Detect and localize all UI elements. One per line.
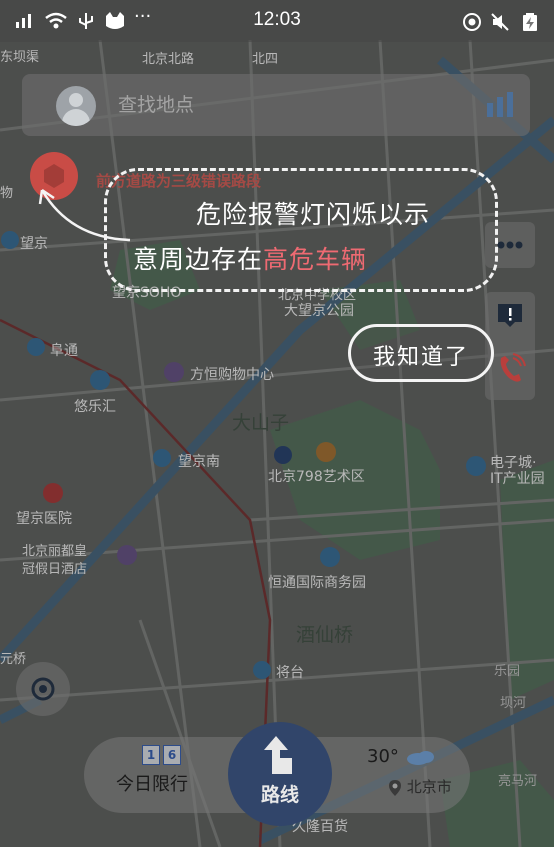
locate-icon [31,677,55,701]
tip-pointer-arrow [38,188,131,242]
route-button[interactable]: 路线 [228,722,332,826]
got-it-label: 我知道了 [372,345,469,370]
weather-city[interactable]: 北京市 [388,776,452,797]
restriction-plate: 16 [142,744,184,765]
map-screen: 东坝渠 北京北路 北四 物 望京 望京SOHO 北京中学校区 大望京公园 阜通 … [0,0,554,847]
tip-text-line1: 危险报警灯闪烁以示 [196,200,431,229]
temperature-value: 30° [367,746,399,767]
route-label: 路线 [260,784,299,806]
plate-number-2: 6 [163,745,181,765]
locate-button[interactable] [16,662,70,716]
city-name: 北京市 [406,778,452,796]
tip-text-line2: 意周边存在高危车辆 [133,240,367,276]
map-pin-icon [389,779,401,796]
weather-temperature[interactable]: 30° [367,746,435,767]
plate-number-1: 1 [142,745,160,765]
got-it-button[interactable]: 我知道了 [348,324,494,382]
tip-text-line2-prefix: 意周边存在 [133,245,264,274]
tip-text-highlight: 高危车辆 [263,245,368,274]
restriction-label[interactable]: 今日限行 [116,770,188,796]
route-arrow-icon [264,736,292,774]
cloud-icon [406,751,434,765]
